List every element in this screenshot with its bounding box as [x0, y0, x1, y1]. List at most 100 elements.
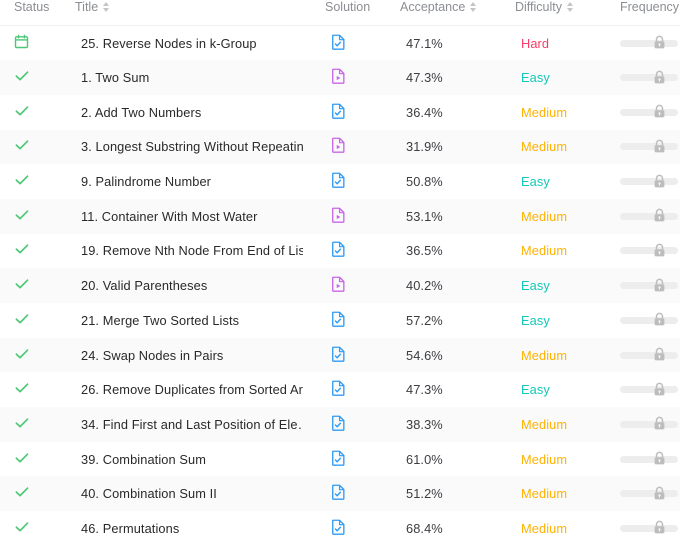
table-row[interactable]: 20. Valid Parentheses 40.2% Easy — [0, 268, 680, 303]
cell-title[interactable]: 11. Container With Most Water — [75, 199, 325, 234]
solution-document-check-icon[interactable] — [331, 103, 400, 122]
difficulty-badge: Medium — [521, 208, 568, 224]
problem-title-link[interactable]: 2. Add Two Numbers — [81, 105, 303, 120]
problem-title-link[interactable]: 1. Two Sum — [81, 70, 303, 85]
table-row[interactable]: 25. Reverse Nodes in k-Group 47.1% Hard — [0, 26, 680, 61]
solution-document-check-icon[interactable] — [331, 380, 400, 399]
cell-title[interactable]: 34. Find First and Last Position of Ele… — [75, 407, 325, 442]
problem-title-link[interactable]: 39. Combination Sum — [81, 452, 303, 467]
cell-title[interactable]: 2. Add Two Numbers — [75, 95, 325, 130]
cell-solution[interactable] — [325, 303, 400, 338]
cell-solution[interactable] — [325, 26, 400, 61]
cell-solution[interactable] — [325, 372, 400, 407]
frequency-meter — [620, 519, 678, 537]
solution-document-play-icon[interactable] — [331, 68, 400, 87]
problem-title-link[interactable]: 26. Remove Duplicates from Sorted Ar… — [81, 382, 303, 397]
column-header-label: Title — [75, 0, 99, 14]
solution-document-play-icon[interactable] — [331, 137, 400, 156]
problem-title-link[interactable]: 19. Remove Nth Node From End of List — [81, 243, 303, 258]
frequency-meter — [620, 381, 678, 399]
problem-title-link[interactable]: 25. Reverse Nodes in k-Group — [81, 36, 303, 51]
cell-title[interactable]: 21. Merge Two Sorted Lists — [75, 303, 325, 338]
frequency-bar — [620, 316, 678, 324]
problem-title-link[interactable]: 46. Permutations — [81, 521, 303, 536]
cell-solution[interactable] — [325, 234, 400, 269]
column-header-acceptance[interactable]: Acceptance — [400, 0, 515, 26]
problem-title-link[interactable]: 21. Merge Two Sorted Lists — [81, 313, 303, 328]
solution-document-check-icon[interactable] — [331, 484, 400, 503]
cell-title[interactable]: 25. Reverse Nodes in k-Group — [75, 26, 325, 61]
solution-document-check-icon[interactable] — [331, 450, 400, 469]
frequency-bar — [620, 39, 678, 47]
table-row[interactable]: 40. Combination Sum II 51.2% Medium — [0, 476, 680, 512]
problem-title-link[interactable]: 11. Container With Most Water — [81, 209, 303, 224]
solution-document-check-icon[interactable] — [331, 34, 400, 53]
cell-solution[interactable] — [325, 511, 400, 546]
table-row[interactable]: 24. Swap Nodes in Pairs 54.6% Medium — [0, 337, 680, 373]
frequency-bar — [620, 74, 678, 82]
table-row[interactable]: 34. Find First and Last Position of Ele…… — [0, 407, 680, 442]
cell-solution[interactable] — [325, 268, 400, 303]
cell-title[interactable]: 19. Remove Nth Node From End of List — [75, 234, 325, 269]
solution-document-check-icon[interactable] — [331, 241, 400, 260]
cell-solution[interactable] — [325, 407, 400, 442]
table-row[interactable]: 21. Merge Two Sorted Lists 57.2% Easy — [0, 303, 680, 338]
cell-title[interactable]: 3. Longest Substring Without Repeatin… — [75, 130, 325, 165]
solution-document-check-icon[interactable] — [331, 172, 400, 191]
table-row[interactable]: 1. Two Sum 47.3% Easy — [0, 60, 680, 95]
solution-document-play-icon[interactable] — [331, 276, 400, 295]
cell-title[interactable]: 46. Permutations — [75, 511, 325, 546]
cell-difficulty: Medium — [515, 234, 620, 269]
sort-toggle-icon[interactable] — [567, 2, 574, 12]
problem-title-link[interactable]: 24. Swap Nodes in Pairs — [81, 348, 303, 363]
cell-solution[interactable] — [325, 199, 400, 234]
cell-acceptance: 50.8% — [400, 164, 515, 199]
frequency-meter — [620, 242, 678, 260]
problem-title-link[interactable]: 20. Valid Parentheses — [81, 278, 303, 293]
cell-solution[interactable] — [325, 164, 400, 199]
cell-title[interactable]: 40. Combination Sum II — [75, 476, 325, 511]
column-header-difficulty[interactable]: Difficulty — [515, 0, 620, 26]
table-row[interactable]: 26. Remove Duplicates from Sorted Ar… 47.… — [0, 372, 680, 407]
column-header-title[interactable]: Title — [75, 0, 325, 26]
table-row[interactable]: 2. Add Two Numbers 36.4% Medium — [0, 95, 680, 130]
solution-document-check-icon[interactable] — [331, 346, 400, 365]
cell-status — [0, 268, 75, 303]
cell-difficulty: Easy — [515, 268, 620, 303]
frequency-meter — [620, 207, 678, 225]
sort-toggle-icon[interactable] — [103, 2, 110, 12]
cell-solution[interactable] — [325, 60, 400, 95]
table-row[interactable]: 19. Remove Nth Node From End of List 36.5… — [0, 234, 680, 269]
sort-toggle-icon[interactable] — [470, 2, 477, 12]
cell-title[interactable]: 20. Valid Parentheses — [75, 268, 325, 303]
status-solved-icon — [14, 311, 75, 330]
cell-title[interactable]: 1. Two Sum — [75, 60, 325, 95]
problem-title-link[interactable]: 34. Find First and Last Position of Ele… — [81, 417, 303, 432]
cell-solution[interactable] — [325, 442, 400, 477]
cell-title[interactable]: 9. Palindrome Number — [75, 164, 325, 199]
cell-frequency — [620, 372, 680, 407]
table-row[interactable]: 46. Permutations 68.4% Medium — [0, 511, 680, 546]
cell-title[interactable]: 26. Remove Duplicates from Sorted Ar… — [75, 372, 325, 407]
table-row[interactable]: 39. Combination Sum 61.0% Medium — [0, 442, 680, 477]
problem-title-link[interactable]: 3. Longest Substring Without Repeatin… — [81, 139, 303, 154]
table-row[interactable]: 9. Palindrome Number 50.8% Easy — [0, 164, 680, 199]
cell-title[interactable]: 24. Swap Nodes in Pairs — [75, 338, 325, 373]
cell-title[interactable]: 39. Combination Sum — [75, 442, 325, 477]
problem-title-link[interactable]: 40. Combination Sum II — [81, 486, 303, 501]
problem-title-link[interactable]: 9. Palindrome Number — [81, 174, 303, 189]
cell-solution[interactable] — [325, 338, 400, 373]
cell-solution[interactable] — [325, 95, 400, 130]
cell-status — [0, 60, 75, 95]
cell-solution[interactable] — [325, 476, 400, 511]
table-row[interactable]: 11. Container With Most Water 53.1% Medium — [0, 198, 680, 234]
cell-solution[interactable] — [325, 130, 400, 165]
solution-document-check-icon[interactable] — [331, 415, 400, 434]
cell-acceptance: 38.3% — [400, 407, 515, 442]
solution-document-check-icon[interactable] — [331, 311, 400, 330]
table-row[interactable]: 3. Longest Substring Without Repeatin… 31… — [0, 129, 680, 165]
solution-document-check-icon[interactable] — [331, 519, 400, 538]
status-solved-icon — [14, 207, 75, 226]
frequency-bar — [620, 282, 678, 290]
solution-document-play-icon[interactable] — [331, 207, 400, 226]
